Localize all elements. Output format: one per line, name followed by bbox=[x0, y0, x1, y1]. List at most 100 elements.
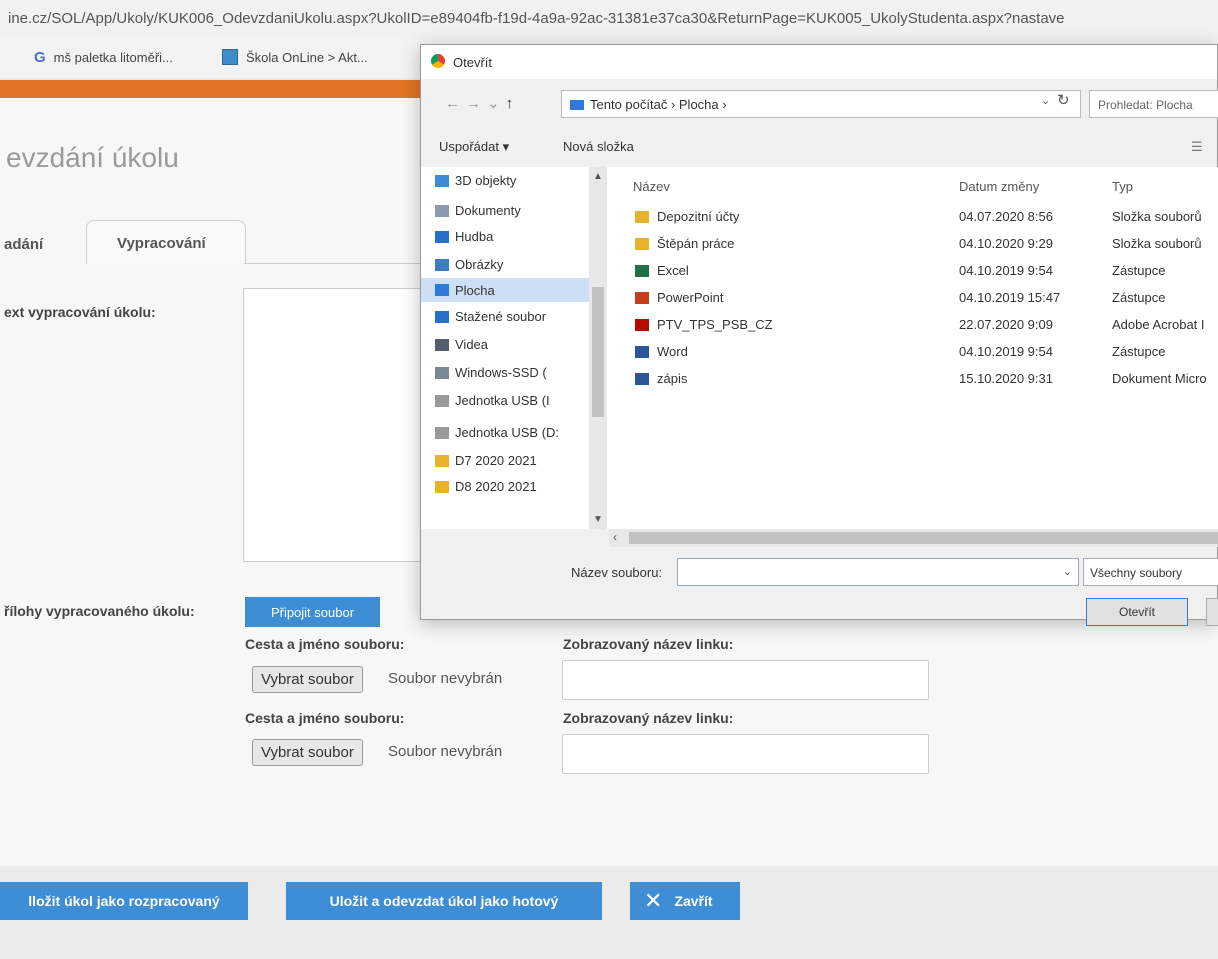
file-type: Zástupce bbox=[1112, 344, 1166, 359]
nav-item-label: Plocha bbox=[455, 282, 495, 298]
nav-item[interactable]: Videa bbox=[435, 337, 595, 352]
nav-item[interactable]: Obrázky bbox=[435, 257, 595, 272]
scroll-left-icon[interactable]: ‹ bbox=[613, 530, 617, 544]
folder-icon bbox=[435, 480, 449, 493]
nav-scrollbar[interactable]: ▲ ▼ bbox=[589, 167, 607, 529]
nav-item[interactable]: Stažené soubor bbox=[435, 309, 595, 324]
file-type: Složka souborů bbox=[1112, 209, 1202, 224]
open-button[interactable]: Otevřít bbox=[1086, 598, 1188, 626]
file-row[interactable]: Depozitní účty 04.07.2020 8:56 Složka soub… bbox=[609, 205, 1218, 229]
file-row[interactable]: zápis 15.10.2020 9:31 Dokument Micro bbox=[609, 367, 1218, 391]
choose-file-button[interactable]: Vybrat soubor bbox=[252, 739, 363, 766]
nav-item-label: Videa bbox=[455, 337, 489, 352]
column-date[interactable]: Datum změny bbox=[959, 179, 1039, 194]
save-draft-button[interactable]: lložit úkol jako rozpracovaný bbox=[0, 882, 248, 920]
file-row[interactable]: Štěpán práce 04.10.2020 9:29 Složka soubor… bbox=[609, 232, 1218, 256]
file-path-label: Cesta a jméno souboru: bbox=[245, 636, 405, 652]
view-options-icon[interactable]: ☰ bbox=[1191, 139, 1203, 155]
link-name-label: Zobrazovaný název linku: bbox=[563, 636, 734, 652]
link-name-label: Zobrazovaný název linku: bbox=[563, 710, 734, 726]
column-type[interactable]: Typ bbox=[1112, 179, 1133, 194]
filename-label: Název souboru: bbox=[571, 565, 663, 580]
nav-item-label: Jednotka USB (I bbox=[455, 393, 550, 408]
nav-item[interactable]: D8 2020 2021 bbox=[435, 479, 595, 494]
file-date: 22.07.2020 9:09 bbox=[959, 317, 1053, 332]
file-list-hscrollbar[interactable]: ‹ bbox=[609, 529, 1218, 547]
link-name-input[interactable] bbox=[562, 660, 929, 700]
brand-bar bbox=[0, 80, 430, 98]
file-date: 04.10.2020 9:29 bbox=[959, 236, 1053, 251]
organize-button[interactable]: Uspořádat ▾ bbox=[439, 139, 509, 155]
solution-textarea[interactable] bbox=[243, 288, 423, 562]
chrome-icon bbox=[431, 54, 445, 68]
dialog-search-input[interactable]: Prohledat: Plocha bbox=[1089, 90, 1218, 118]
file-name: PowerPoint bbox=[657, 290, 724, 305]
bookmark-skola-online[interactable]: Škola OnLine > Akt... bbox=[222, 49, 368, 65]
nav-item-label: Obrázky bbox=[455, 257, 504, 272]
chevron-down-icon[interactable]: ⌄ bbox=[1041, 94, 1050, 107]
file-name: Word bbox=[657, 344, 688, 359]
file-date: 04.10.2019 9:54 bbox=[959, 263, 1053, 278]
file-row[interactable]: Excel 04.10.2019 9:54 Zástupce bbox=[609, 259, 1218, 283]
refresh-icon[interactable]: ↻ bbox=[1057, 91, 1070, 109]
scroll-down-icon[interactable]: ▼ bbox=[593, 514, 603, 525]
file-name-cell: PTV_TPS_PSB_CZ bbox=[635, 317, 773, 332]
scroll-up-icon[interactable]: ▲ bbox=[593, 171, 603, 182]
nav-item[interactable]: Plocha bbox=[421, 278, 589, 302]
tab-vypracovani[interactable]: Vypracování bbox=[86, 220, 246, 264]
cube-icon bbox=[435, 174, 449, 187]
file-type: Zástupce bbox=[1112, 290, 1166, 305]
nav-buttons[interactable]: ←→⌄↑ bbox=[445, 94, 519, 112]
nav-item[interactable]: 3D objekty bbox=[435, 173, 595, 188]
attach-file-button[interactable]: Připojit soubor bbox=[245, 597, 380, 627]
download-icon bbox=[435, 310, 449, 323]
url-text: ine.cz/SOL/App/Ukoly/KUK006_OdevzdaniUko… bbox=[8, 10, 1065, 27]
file-name: Excel bbox=[657, 263, 689, 278]
text-label: ext vypracování úkolu: bbox=[4, 304, 156, 320]
desktop-icon bbox=[435, 284, 449, 296]
file-name: Štěpán práce bbox=[657, 236, 735, 251]
new-folder-button[interactable]: Nová složka bbox=[563, 139, 634, 154]
save-submit-button[interactable]: Uložit a odevzdat úkol jako hotový bbox=[286, 882, 602, 920]
nav-item-label: Stažené soubor bbox=[455, 309, 547, 324]
nav-item[interactable]: Hudba bbox=[435, 229, 595, 244]
address-bar[interactable]: ine.cz/SOL/App/Ukoly/KUK006_OdevzdaniUko… bbox=[0, 0, 1218, 38]
tab-zadani[interactable]: adání bbox=[4, 236, 43, 253]
page-title: evzdání úkolu bbox=[6, 142, 179, 173]
close-button[interactable]: ✕ Zavřít bbox=[630, 882, 740, 920]
pdf-icon bbox=[635, 318, 649, 331]
file-date: 04.10.2019 15:47 bbox=[959, 290, 1061, 305]
file-row[interactable]: Word 04.10.2019 9:54 Zástupce bbox=[609, 340, 1218, 364]
filename-input[interactable]: ⌄ bbox=[677, 558, 1079, 586]
column-name[interactable]: Název bbox=[633, 179, 670, 194]
folder-icon bbox=[435, 454, 449, 467]
file-name-cell: Depozitní účty bbox=[635, 209, 739, 224]
navigation-pane: 3D objekty Dokumenty Hudba Obrázky Plocha Sta… bbox=[421, 167, 609, 529]
google-icon: G bbox=[34, 49, 46, 66]
filetype-select[interactable]: Všechny soubory bbox=[1083, 558, 1218, 586]
nav-item[interactable]: D7 2020 2021 bbox=[435, 453, 595, 468]
nav-item[interactable]: Dokumenty bbox=[435, 203, 595, 218]
file-row[interactable]: PowerPoint 04.10.2019 15:47 Zástupce bbox=[609, 286, 1218, 310]
hscroll-thumb[interactable] bbox=[629, 532, 1218, 544]
file-name-cell: Štěpán práce bbox=[635, 236, 734, 251]
file-name-cell: Word bbox=[635, 344, 688, 359]
chevron-down-icon[interactable]: ⌄ bbox=[1063, 565, 1072, 578]
document-icon bbox=[435, 204, 449, 217]
file-type: Dokument Micro bbox=[1112, 371, 1207, 386]
nav-item[interactable]: Jednotka USB (D: bbox=[435, 425, 595, 440]
cancel-button[interactable] bbox=[1206, 598, 1218, 626]
file-name-cell: PowerPoint bbox=[635, 290, 723, 305]
link-name-input[interactable] bbox=[562, 734, 929, 774]
nav-item[interactable]: Jednotka USB (I bbox=[435, 393, 595, 408]
choose-file-button[interactable]: Vybrat soubor bbox=[252, 666, 363, 693]
dialog-nav-row: ←→⌄↑ Tento počítač › Plocha › ⌄ ↻ Prohle… bbox=[421, 85, 1218, 123]
nav-item[interactable]: Windows-SSD ( bbox=[435, 365, 595, 380]
dialog-address-bar[interactable]: Tento počítač › Plocha › bbox=[561, 90, 1081, 118]
nav-item-label: 3D objekty bbox=[455, 173, 517, 188]
file-row[interactable]: PTV_TPS_PSB_CZ 22.07.2020 9:09 Adobe Acrob… bbox=[609, 313, 1218, 337]
bookmark-paletka[interactable]: Gmš paletka litoměři... bbox=[34, 49, 173, 66]
scroll-thumb[interactable] bbox=[592, 287, 604, 417]
nav-item-label: Hudba bbox=[455, 229, 494, 244]
word-document-icon bbox=[635, 372, 649, 385]
